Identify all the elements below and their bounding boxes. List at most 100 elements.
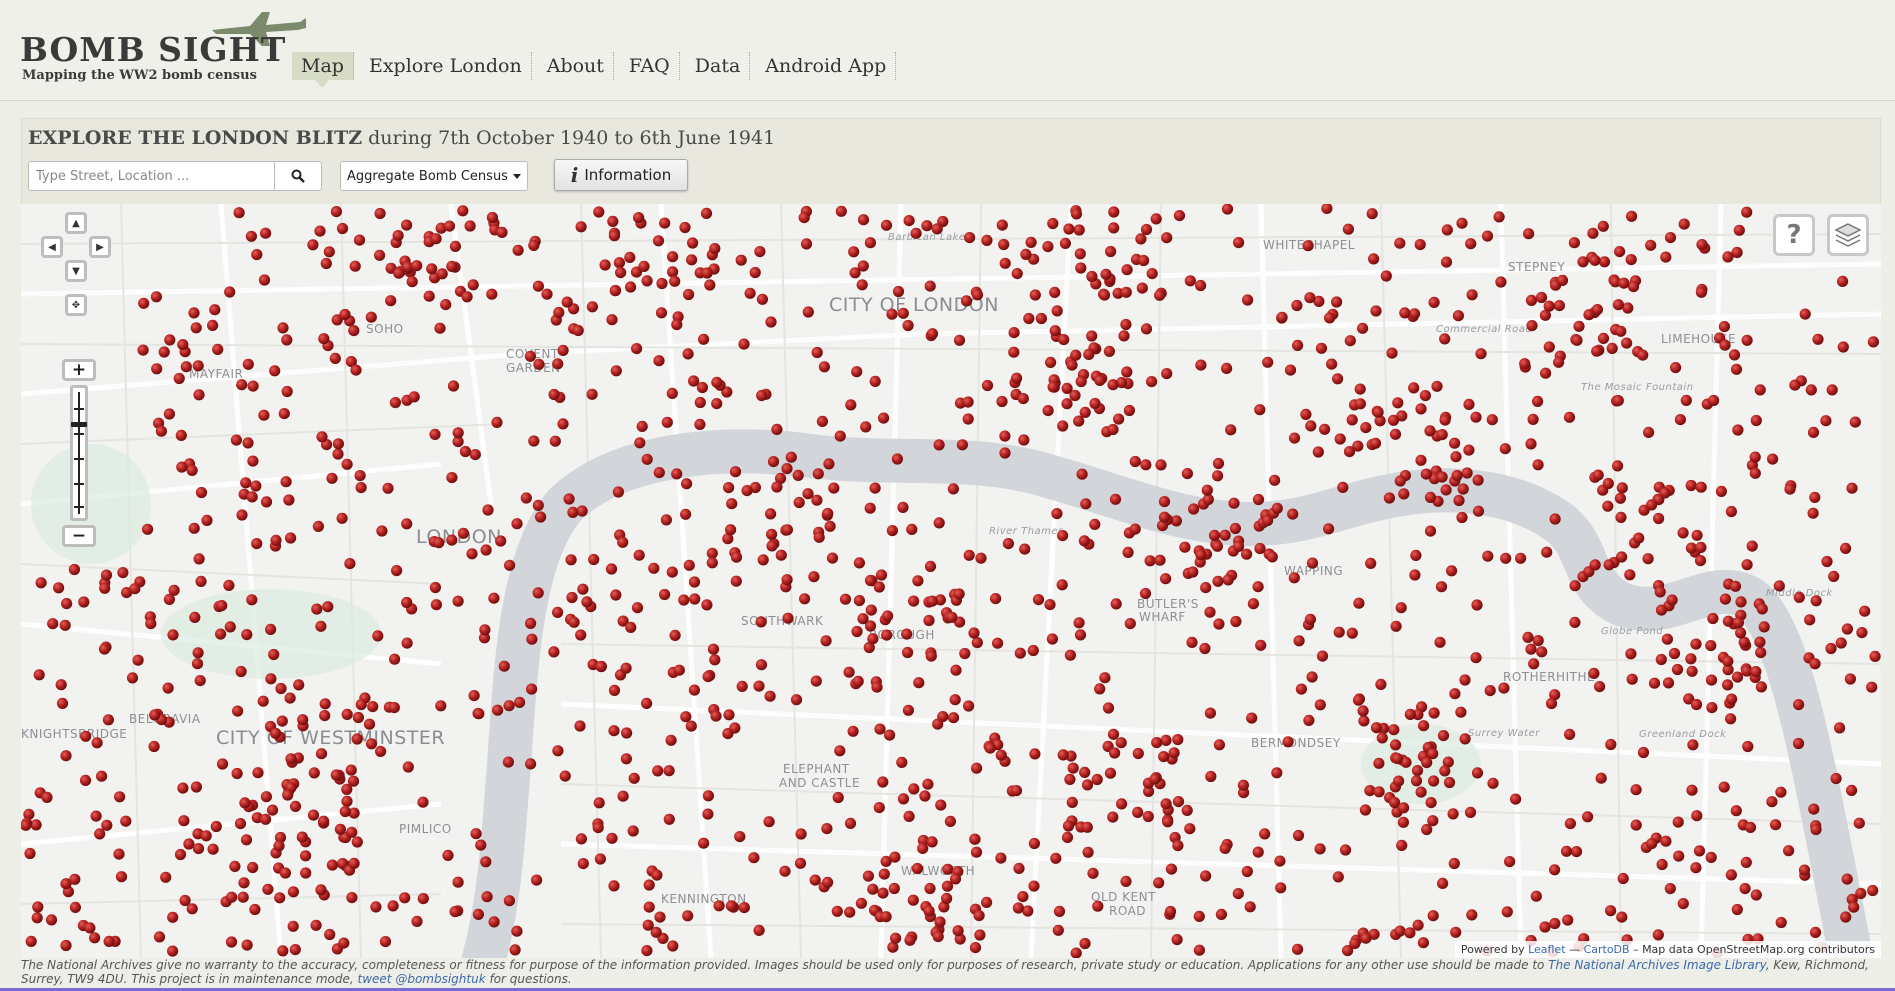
bomb-marker[interactable] [1244, 901, 1256, 913]
bomb-marker[interactable] [665, 734, 677, 746]
bomb-marker[interactable] [318, 815, 330, 827]
bomb-marker[interactable] [654, 911, 666, 923]
bomb-marker[interactable] [702, 808, 714, 820]
bomb-marker[interactable] [1564, 818, 1576, 830]
bomb-marker[interactable] [1659, 487, 1671, 499]
bomb-marker[interactable] [1233, 540, 1245, 552]
bomb-marker[interactable] [593, 206, 605, 218]
bomb-marker[interactable] [1165, 863, 1178, 875]
bomb-marker[interactable] [316, 431, 328, 443]
bomb-marker[interactable] [216, 600, 228, 612]
bomb-marker[interactable] [190, 781, 202, 793]
bomb-marker[interactable] [811, 346, 823, 359]
bomb-marker[interactable] [1394, 925, 1406, 937]
bomb-marker[interactable] [245, 230, 257, 242]
bomb-marker[interactable] [1849, 416, 1861, 428]
bomb-marker[interactable] [1805, 384, 1817, 396]
bomb-marker[interactable] [1589, 254, 1601, 266]
bomb-marker[interactable] [1337, 481, 1349, 493]
bomb-marker[interactable] [1425, 797, 1437, 809]
bomb-marker[interactable] [408, 391, 420, 403]
bomb-marker[interactable] [1626, 210, 1638, 222]
bomb-marker[interactable] [1383, 492, 1395, 504]
bomb-marker[interactable] [1741, 559, 1753, 571]
bomb-marker[interactable] [330, 206, 342, 218]
bomb-marker[interactable] [1621, 337, 1633, 349]
bomb-marker[interactable] [1549, 917, 1561, 930]
bomb-marker[interactable] [642, 919, 654, 931]
bomb-marker[interactable] [1867, 884, 1879, 897]
bomb-marker[interactable] [998, 238, 1010, 251]
bomb-marker[interactable] [1372, 406, 1384, 418]
bomb-marker[interactable] [1798, 864, 1811, 876]
bomb-marker[interactable] [1648, 677, 1661, 689]
bomb-marker[interactable] [822, 507, 834, 520]
bomb-marker[interactable] [1094, 683, 1106, 695]
bomb-marker[interactable] [1254, 542, 1266, 555]
bomb-marker[interactable] [852, 675, 864, 687]
bomb-marker[interactable] [974, 929, 986, 941]
bomb-marker[interactable] [348, 857, 360, 870]
bomb-marker[interactable] [117, 567, 129, 579]
bomb-marker[interactable] [1321, 204, 1333, 214]
bomb-marker[interactable] [1440, 484, 1452, 496]
bomb-marker[interactable] [565, 554, 577, 566]
bomb-marker[interactable] [1074, 629, 1087, 641]
bomb-marker[interactable] [1810, 823, 1822, 836]
bomb-marker[interactable] [1626, 673, 1638, 685]
bomb-marker[interactable] [577, 858, 589, 870]
bomb-marker[interactable] [1472, 505, 1485, 517]
bomb-marker[interactable] [1809, 658, 1821, 670]
bomb-marker[interactable] [845, 399, 857, 411]
bomb-marker[interactable] [947, 712, 960, 724]
bomb-marker[interactable] [795, 828, 807, 840]
bomb-marker[interactable] [641, 453, 653, 465]
bomb-marker[interactable] [1158, 511, 1171, 523]
bomb-marker[interactable] [599, 259, 611, 271]
bomb-marker[interactable] [1439, 333, 1451, 345]
bomb-marker[interactable] [1487, 777, 1499, 789]
bomb-marker[interactable] [754, 246, 766, 258]
bomb-marker[interactable] [1108, 206, 1120, 218]
bomb-marker[interactable] [996, 219, 1008, 231]
bomb-marker[interactable] [1820, 415, 1832, 427]
bomb-marker[interactable] [990, 593, 1002, 605]
bomb-marker[interactable] [348, 325, 360, 337]
bomb-marker[interactable] [464, 220, 476, 232]
bomb-marker[interactable] [1184, 823, 1196, 835]
bomb-marker[interactable] [1525, 294, 1538, 306]
bomb-marker[interactable] [1349, 937, 1361, 950]
bomb-marker[interactable] [258, 274, 271, 286]
bomb-marker[interactable] [1740, 856, 1752, 869]
bomb-marker[interactable] [285, 532, 297, 544]
bomb-marker[interactable] [1718, 781, 1730, 793]
bomb-marker[interactable] [981, 896, 993, 909]
bomb-marker[interactable] [1121, 366, 1133, 378]
bomb-marker[interactable] [652, 765, 664, 777]
bomb-marker[interactable] [1208, 529, 1221, 541]
bomb-marker[interactable] [1463, 398, 1475, 410]
bomb-marker[interactable] [1415, 454, 1427, 466]
bomb-marker[interactable] [1199, 642, 1211, 655]
bomb-marker[interactable] [173, 372, 185, 385]
bomb-marker[interactable] [1482, 550, 1494, 562]
bomb-marker[interactable] [1543, 341, 1555, 353]
bomb-marker[interactable] [1230, 615, 1242, 628]
bomb-marker[interactable] [999, 430, 1011, 442]
bomb-marker[interactable] [257, 695, 269, 707]
bomb-marker[interactable] [1053, 905, 1066, 918]
bomb-marker[interactable] [120, 815, 132, 827]
bomb-marker[interactable] [707, 643, 720, 655]
bomb-marker[interactable] [935, 799, 947, 811]
bomb-marker[interactable] [341, 783, 353, 796]
bomb-marker[interactable] [1204, 606, 1216, 618]
bomb-marker[interactable] [1730, 363, 1743, 375]
bomb-marker[interactable] [877, 776, 889, 788]
bomb-marker[interactable] [509, 944, 521, 956]
bomb-marker[interactable] [627, 825, 639, 837]
bomb-marker[interactable] [1221, 362, 1233, 374]
tweet-link[interactable]: tweet @bombsightuk [358, 972, 486, 986]
bomb-marker[interactable] [459, 445, 471, 458]
bomb-marker[interactable] [753, 924, 765, 937]
bomb-marker[interactable] [1052, 924, 1064, 936]
